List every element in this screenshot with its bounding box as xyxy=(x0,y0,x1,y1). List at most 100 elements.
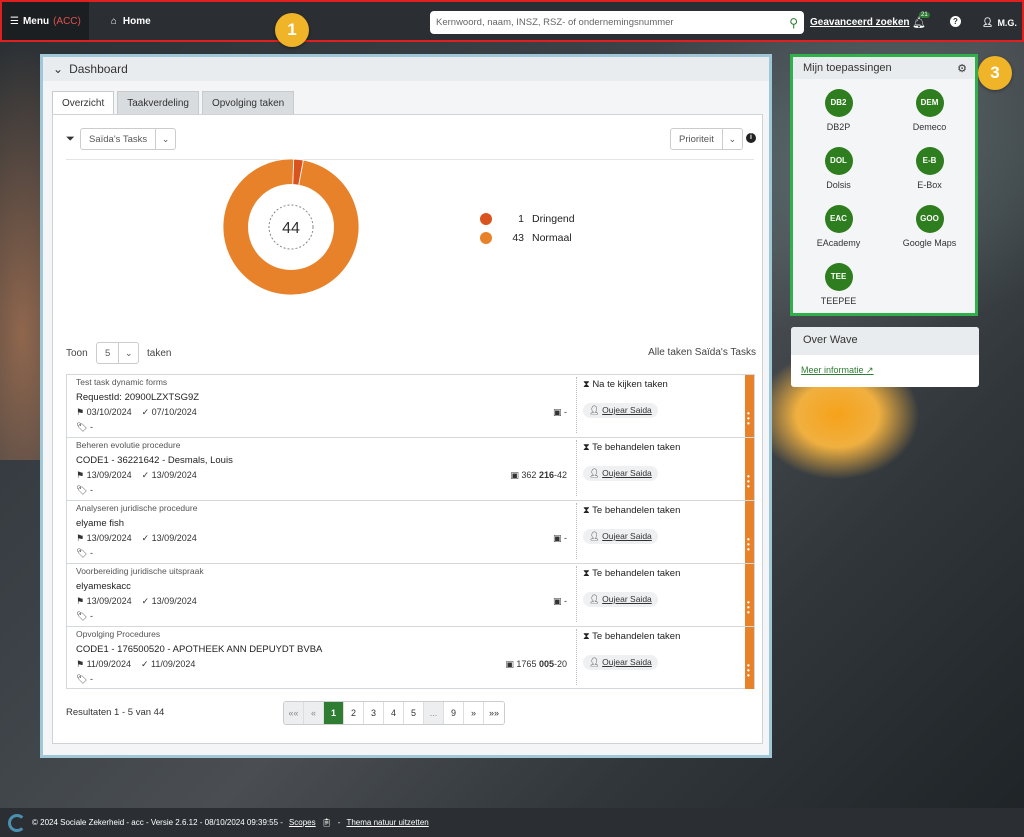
page-button[interactable]: 3 xyxy=(364,702,384,724)
page-button[interactable]: 5 xyxy=(404,702,424,724)
callout-badge-1: 1 xyxy=(275,13,309,47)
my-applications-panel: Mijn toepassingen ⚙ DB2 DB2P DEM Demeco DOL D… xyxy=(790,54,978,316)
page-button[interactable]: 9 xyxy=(444,702,464,724)
scopes-link[interactable]: Scopes xyxy=(289,818,316,827)
task-assignee[interactable]: 👤︎ Oujear Saida xyxy=(583,529,658,544)
menu-label: Menu xyxy=(22,15,50,27)
page-button[interactable]: 2 xyxy=(344,702,364,724)
app-name: TEEPEE xyxy=(820,296,857,306)
help-icon[interactable]: ? xyxy=(950,16,961,27)
dashboard-header[interactable]: ⌄ Dashboard xyxy=(43,57,769,81)
task-assignee[interactable]: 👤︎ Oujear Saida xyxy=(583,403,658,418)
task-status-label: Te behandelen taken xyxy=(592,442,681,453)
ref-prefix: 1765 xyxy=(516,659,539,669)
overview-panel: ⏷ Saïda's Tasks ⌄ Prioriteit ⌄ i 44 1 Dr… xyxy=(52,114,763,744)
menu-button[interactable]: ☰ Menu (ACC) xyxy=(2,2,89,40)
tags-icon: 🏷︎ - xyxy=(76,548,93,558)
task-row[interactable]: Voorbereiding juridische uitspraak elyame… xyxy=(67,564,754,627)
sort-select[interactable]: Prioriteit ⌄ xyxy=(670,128,743,150)
task-title[interactable]: CODE1 - 176500520 - APOTHEEK ANN DEPUYDT… xyxy=(76,644,322,655)
task-status: ⧗ Te behandelen taken xyxy=(583,505,680,516)
legend-swatch xyxy=(480,231,492,244)
dashboard-title: Dashboard xyxy=(69,62,128,76)
tab-overzicht[interactable]: Overzicht xyxy=(52,91,115,115)
more-options-icon[interactable]: • • • xyxy=(747,410,752,428)
user-menu[interactable]: 👤︎ M.G. xyxy=(982,17,1017,28)
app-tile[interactable]: DEM Demeco xyxy=(884,89,975,139)
legend-item[interactable]: 1 Dringend xyxy=(480,209,575,228)
notifications-button[interactable]: 🔔︎ 21 xyxy=(912,12,930,29)
task-row[interactable]: Analyseren juridische procedure elyame fi… xyxy=(67,501,754,564)
more-options-icon[interactable]: • • • xyxy=(747,473,752,491)
page-button[interactable]: «« xyxy=(284,702,304,724)
legend-item[interactable]: 43 Normaal xyxy=(480,228,575,247)
filter-icon: ⏷ xyxy=(66,133,75,145)
page-size-select[interactable]: 5 ⌄ xyxy=(96,342,140,364)
id-card-icon: ▣ xyxy=(552,533,564,543)
id-card-icon: ▣ xyxy=(510,470,522,480)
search-icon[interactable]: ⚲ xyxy=(789,16,798,30)
chart-legend: 1 Dringend 43 Normaal xyxy=(480,209,575,247)
pagination: «« «1 2 3 4 5... 9»»» xyxy=(283,701,505,725)
app-tile[interactable]: E-B E-Box xyxy=(884,147,975,197)
task-assignee[interactable]: 👤︎ Oujear Saida xyxy=(583,592,658,607)
footer: © 2024 Sociale Zekerheid - acc - Versie … xyxy=(0,808,1024,837)
ref-bold: 005 xyxy=(538,659,554,669)
about-wave-panel: Over Wave Meer informatie ↗ xyxy=(791,327,979,387)
task-category: Analyseren juridische procedure xyxy=(76,503,198,513)
task-row[interactable]: Test task dynamic forms RequestId: 20900L… xyxy=(67,375,754,438)
callout-badge-3: 3 xyxy=(978,56,1012,90)
page-button[interactable]: 4 xyxy=(384,702,404,724)
task-title[interactable]: RequestId: 20900LZXTSG9Z xyxy=(76,392,199,403)
page-button[interactable]: « xyxy=(304,702,324,724)
task-row[interactable]: Opvolging Procedures CODE1 - 176500520 - … xyxy=(67,627,754,690)
app-tile[interactable]: DB2 DB2P xyxy=(793,89,884,139)
task-category: Voorbereiding juridische uitspraak xyxy=(76,566,204,576)
clipboard-icon[interactable]: 📋︎ xyxy=(322,818,332,827)
task-category: Opvolging Procedures xyxy=(76,629,161,639)
assignee-name: Oujear Saida xyxy=(602,468,652,478)
task-title[interactable]: CODE1 - 36221642 - Desmals, Louis xyxy=(76,455,233,466)
ref-suffix: -42 xyxy=(553,470,567,480)
app-name: DB2P xyxy=(826,122,851,132)
more-options-icon[interactable]: • • • xyxy=(747,536,752,554)
tab-opvolging-taken[interactable]: Opvolging taken xyxy=(201,91,295,115)
theme-toggle-link[interactable]: Thema natuur uitzetten xyxy=(346,818,428,827)
search-input[interactable] xyxy=(436,17,790,28)
tags-icon: 🏷︎ - xyxy=(76,422,93,432)
bell-icon: 🔔︎ xyxy=(912,17,926,29)
gear-icon[interactable]: ⚙ xyxy=(957,62,967,75)
check-circle-icon: ✓ 11/09/2024 xyxy=(140,659,196,669)
app-tile[interactable]: DOL Dolsis xyxy=(793,147,884,197)
task-tag: - xyxy=(89,422,93,432)
legend-label: Dringend xyxy=(532,212,575,225)
task-assignee[interactable]: 👤︎ Oujear Saida xyxy=(583,655,658,670)
show-suffix-label: taken xyxy=(147,348,172,359)
advanced-search-link[interactable]: Geavanceerd zoeken xyxy=(810,17,910,28)
page-button[interactable]: ... xyxy=(424,702,444,724)
all-tasks-link[interactable]: Alle taken Saïda's Tasks xyxy=(648,347,756,358)
app-tile[interactable]: TEE TEEPEE xyxy=(793,263,884,313)
home-icon: ⌂ xyxy=(110,15,117,27)
app-tile[interactable]: GOO Google Maps xyxy=(884,205,975,255)
more-options-icon[interactable]: • • • xyxy=(747,599,752,617)
task-row[interactable]: Beheren evolutie procedure CODE1 - 362216… xyxy=(67,438,754,501)
page-button[interactable]: 1 xyxy=(324,702,344,724)
task-status: ⧗ Te behandelen taken xyxy=(583,631,680,642)
info-icon[interactable]: i xyxy=(746,133,756,143)
task-assignee[interactable]: 👤︎ Oujear Saida xyxy=(583,466,658,481)
task-filter-select[interactable]: Saïda's Tasks ⌄ xyxy=(80,128,177,150)
page-button[interactable]: » xyxy=(464,702,484,724)
page-button[interactable]: »» xyxy=(484,702,504,724)
home-link[interactable]: ⌂ Home xyxy=(111,16,151,27)
task-title[interactable]: elyameskacc xyxy=(76,581,131,592)
more-info-link[interactable]: Meer informatie ↗ xyxy=(801,365,874,376)
app-tile[interactable]: EAC EAcademy xyxy=(793,205,884,255)
task-status-label: Na te kijken taken xyxy=(592,379,668,390)
task-status: ⧗ Te behandelen taken xyxy=(583,442,680,453)
tab-taakverdeling[interactable]: Taakverdeling xyxy=(117,91,199,115)
task-title[interactable]: elyame fish xyxy=(76,518,124,529)
more-options-icon[interactable]: • • • xyxy=(747,662,752,680)
check-circle-icon: ✓ 07/10/2024 xyxy=(141,407,197,417)
sort-value: Prioriteit xyxy=(679,133,714,145)
